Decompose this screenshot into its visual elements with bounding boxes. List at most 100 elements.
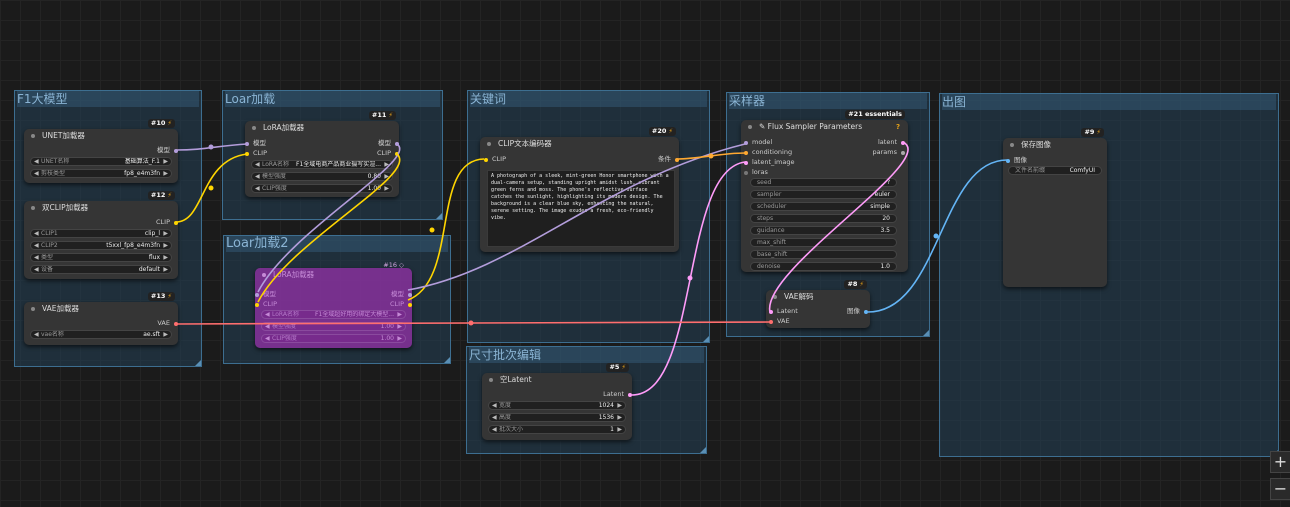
conditioning-input[interactable]: conditioning: [744, 148, 792, 157]
clip-strength-number[interactable]: ◀ CLIP强度 1.00 ▶: [261, 334, 406, 343]
weight-dtype-combo[interactable]: ◀ 剪枝类型 fp8_e4m3fn ▶: [30, 169, 172, 178]
group-title[interactable]: 出图: [942, 94, 1276, 110]
vae-input[interactable]: VAE: [769, 317, 790, 326]
vae-decode-node[interactable]: #8 ⚡ VAE解码 Latent VAE 图像: [766, 280, 870, 328]
batch-size-number[interactable]: ◀ 批次大小 1 ▶: [488, 425, 626, 434]
resize-handle[interactable]: [195, 360, 201, 366]
model-output[interactable]: 模型: [378, 139, 399, 148]
link-midpoint[interactable]: [429, 227, 435, 233]
node-id-badge: #12 ⚡: [147, 191, 175, 200]
latent-output[interactable]: latent: [878, 138, 905, 147]
seed-field[interactable]: seed?: [750, 178, 897, 187]
model-strength-number[interactable]: ◀ 模型强度 0.80 ▶: [251, 172, 393, 181]
unet-name-combo[interactable]: ◀ UNET名称 基础算法_F.1 ▶: [30, 157, 172, 166]
scheduler-field[interactable]: scheduler simple: [750, 202, 897, 211]
pencil-icon: ✎: [759, 122, 768, 131]
node-title[interactable]: VAE加载器: [24, 302, 178, 316]
filename-prefix-field[interactable]: 文件名前缀 ComfyUI: [1008, 166, 1102, 175]
node-title[interactable]: UNET加载器: [24, 129, 178, 143]
model-output[interactable]: 模型: [391, 290, 412, 299]
clip-input[interactable]: CLIP: [255, 300, 277, 309]
flux-sampler-parameters-node[interactable]: #21 essentials ✎ Flux Sampler Parameters…: [741, 110, 908, 272]
node-id-badge: #11 ⚡: [368, 111, 396, 120]
steps-field[interactable]: steps 20: [750, 214, 897, 223]
model-strength-number[interactable]: ◀ 模型强度 1.00 ▶: [261, 322, 406, 331]
group-title[interactable]: 采样器: [729, 93, 927, 109]
node-title[interactable]: LoRA加载器: [245, 121, 399, 135]
empty-latent-node[interactable]: #5 ⚡ 空Latent Latent ◀ 宽度 1024 ▶ ◀ 高度 1536 ▶ ◀ 批次…: [482, 363, 632, 440]
conditioning-output[interactable]: 条件: [658, 155, 679, 164]
group-output[interactable]: 出图: [939, 93, 1279, 457]
resize-handle[interactable]: [703, 336, 709, 342]
model-input[interactable]: model: [744, 138, 772, 147]
width-number[interactable]: ◀ 宽度 1024 ▶: [488, 401, 626, 410]
height-number[interactable]: ◀ 高度 1536 ▶: [488, 413, 626, 422]
node-title[interactable]: 空Latent: [482, 373, 632, 387]
group-title[interactable]: 尺寸批次编辑: [469, 347, 704, 363]
node-title[interactable]: VAE解码: [766, 290, 870, 304]
guidance-field[interactable]: guidance 3.5: [750, 226, 897, 235]
group-title[interactable]: F1大模型: [17, 91, 199, 107]
node-id-badge: #9 ⚡: [1081, 128, 1104, 137]
node-title[interactable]: CLIP文本编码器: [480, 137, 679, 151]
sampler-field[interactable]: sampler euler: [750, 190, 897, 199]
node-title[interactable]: LoRA加载器: [255, 268, 412, 282]
vae-output[interactable]: VAE: [157, 319, 178, 328]
zoom-out-button[interactable]: −: [1270, 478, 1290, 500]
node-title[interactable]: 双CLIP加载器: [24, 201, 178, 215]
base-shift-field[interactable]: base_shift: [750, 250, 897, 259]
clip-text-encode-node[interactable]: #20 ⚡ CLIP文本编码器 CLIP 条件 A photograph of a…: [480, 127, 679, 252]
clip-input[interactable]: CLIP: [484, 155, 506, 164]
image-input[interactable]: 图像: [1006, 156, 1027, 165]
node-title[interactable]: ✎ Flux Sampler Parameters: [741, 120, 908, 134]
resize-handle[interactable]: [923, 330, 929, 336]
model-input[interactable]: 模型: [245, 139, 266, 148]
link-midpoint[interactable]: [208, 144, 214, 150]
clip-input[interactable]: CLIP: [245, 149, 267, 158]
group-title[interactable]: 关键词: [470, 91, 707, 107]
link-midpoint[interactable]: [933, 233, 939, 239]
zoom-in-button[interactable]: +: [1270, 451, 1290, 473]
lora-name-combo[interactable]: ◀ LoRA名称 F1全域超好用的绑定大模型... ▶: [261, 310, 406, 319]
dual-clip-loader-node[interactable]: #12 ⚡ 双CLIP加载器 CLIP ◀ CLIP1 clip_l ▶ ◀ CLIP2 t…: [24, 191, 178, 279]
max-shift-field[interactable]: max_shift: [750, 238, 897, 247]
resize-handle[interactable]: [444, 357, 450, 363]
clip-strength-number[interactable]: ◀ CLIP强度 1.00 ▶: [251, 184, 393, 193]
model-input[interactable]: 模型: [255, 290, 276, 299]
denoise-field[interactable]: denoise 1.0: [750, 262, 897, 271]
resize-handle[interactable]: [700, 447, 706, 453]
link-midpoint[interactable]: [208, 185, 214, 191]
clip2-combo[interactable]: ◀ CLIP2 t5xxl_fp8_e4m3fn ▶: [30, 241, 172, 250]
model-output[interactable]: 模型: [157, 146, 178, 155]
workflow-canvas[interactable]: F1大模型 Loar加载 Loar加载2 关键词 采样器 出图 尺寸批次编辑 #…: [0, 0, 1290, 507]
clip-output[interactable]: CLIP: [156, 218, 178, 227]
node-id-badge: #13 ⚡: [147, 292, 175, 301]
image-output[interactable]: 图像: [847, 307, 868, 316]
prompt-textarea[interactable]: A photograph of a sleek, mint-green Hono…: [487, 170, 675, 247]
help-icon[interactable]: ?: [896, 123, 900, 131]
clip-output[interactable]: CLIP: [377, 149, 399, 158]
node-title[interactable]: 保存图像: [1003, 138, 1107, 152]
node-id-badge: #21 essentials: [845, 110, 905, 119]
clip-output[interactable]: CLIP: [390, 300, 412, 309]
clip-type-combo[interactable]: ◀ 类型 flux ▶: [30, 253, 172, 262]
vae-name-combo[interactable]: ◀ vae名称 ae.sft ▶: [30, 330, 172, 339]
vae-loader-node[interactable]: #13 ⚡ VAE加载器 VAE ◀ vae名称 ae.sft ▶: [24, 292, 178, 345]
save-image-node[interactable]: #9 ⚡ 保存图像 图像 文件名前缀 ComfyUI: [1003, 128, 1107, 287]
group-title[interactable]: Loar加载: [225, 91, 440, 107]
lora-name-combo[interactable]: ◀ LoRA名称 F1全域电商产品商业摄写实渲... ▶: [251, 160, 393, 169]
node-id-badge: #5 ⚡: [606, 363, 629, 372]
clip1-combo[interactable]: ◀ CLIP1 clip_l ▶: [30, 229, 172, 238]
device-combo[interactable]: ◀ 设备 default ▶: [30, 265, 172, 274]
params-output[interactable]: params: [873, 148, 905, 157]
lora-loader-2-node-bypassed[interactable]: #16 ◇ LoRA加载器 模型 CLIP 模型 CLIP ◀ LoRA名称 F1全域…: [255, 261, 412, 348]
loras-input[interactable]: loras: [744, 168, 768, 177]
latent-output[interactable]: Latent: [603, 390, 632, 399]
latent-input[interactable]: Latent: [769, 307, 798, 316]
unet-loader-node[interactable]: #10 ⚡ UNET加载器 模型 ◀ UNET名称 基础算法_F.1 ▶ ◀ 剪枝类型 fp…: [24, 119, 178, 183]
lora-loader-node[interactable]: #11 ⚡ LoRA加载器 模型 CLIP 模型 CLIP ◀ LoRA名称 F1全域…: [245, 111, 399, 197]
node-id-badge: #8 ⚡: [844, 280, 867, 289]
resize-handle[interactable]: [436, 213, 442, 219]
latent-image-input[interactable]: latent_image: [744, 158, 795, 167]
group-title[interactable]: Loar加载2: [226, 236, 448, 252]
